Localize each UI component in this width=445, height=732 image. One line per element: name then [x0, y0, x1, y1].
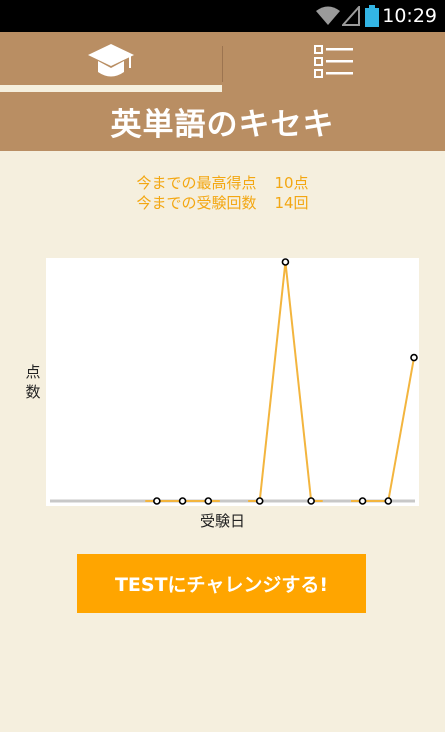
tab-bar	[0, 32, 445, 92]
test-count-label: 今までの受験回数	[136, 194, 257, 212]
best-score-value: 10点	[274, 174, 309, 192]
test-count-value: 14回	[274, 194, 309, 212]
battery-icon	[365, 5, 379, 27]
best-score-row: 今までの最高得点 10点	[0, 173, 445, 193]
checklist-icon	[314, 45, 353, 78]
chart-point	[358, 497, 367, 505]
best-score-label: 今までの最高得点	[136, 174, 257, 192]
score-chart	[50, 258, 418, 505]
app-title: 英単語のキセキ	[110, 107, 335, 143]
tab-list[interactable]	[223, 32, 445, 92]
tab-indicator	[0, 85, 222, 92]
chart-line-segment	[387, 357, 415, 502]
test-count-row: 今までの受験回数 14回	[0, 193, 445, 213]
chart-y-label: 点数	[25, 363, 41, 401]
title-bar: 英単語のキセキ	[0, 92, 445, 151]
chart-point	[307, 497, 315, 505]
chart-line-segment	[284, 261, 313, 502]
chart-point	[255, 497, 264, 505]
chart-point	[281, 258, 290, 266]
test-challenge-button[interactable]: TESTにチャレンジする!	[77, 554, 366, 613]
signal-icon	[342, 6, 360, 26]
chart-point	[153, 497, 161, 505]
chart-line-segment	[258, 261, 287, 502]
chart-x-label: 受験日	[199, 512, 245, 530]
chart-point	[384, 497, 393, 505]
chart-point	[410, 353, 418, 362]
wifi-icon	[316, 6, 340, 25]
status-time: 10:29	[382, 5, 437, 27]
tab-home[interactable]	[0, 32, 222, 92]
status-bar: 10:29	[0, 0, 445, 32]
chart-point	[204, 497, 213, 505]
chart-point	[178, 497, 187, 505]
stats-panel: 今までの最高得点 10点 今までの受験回数 14回	[0, 173, 445, 213]
graduation-cap-icon	[88, 44, 134, 77]
